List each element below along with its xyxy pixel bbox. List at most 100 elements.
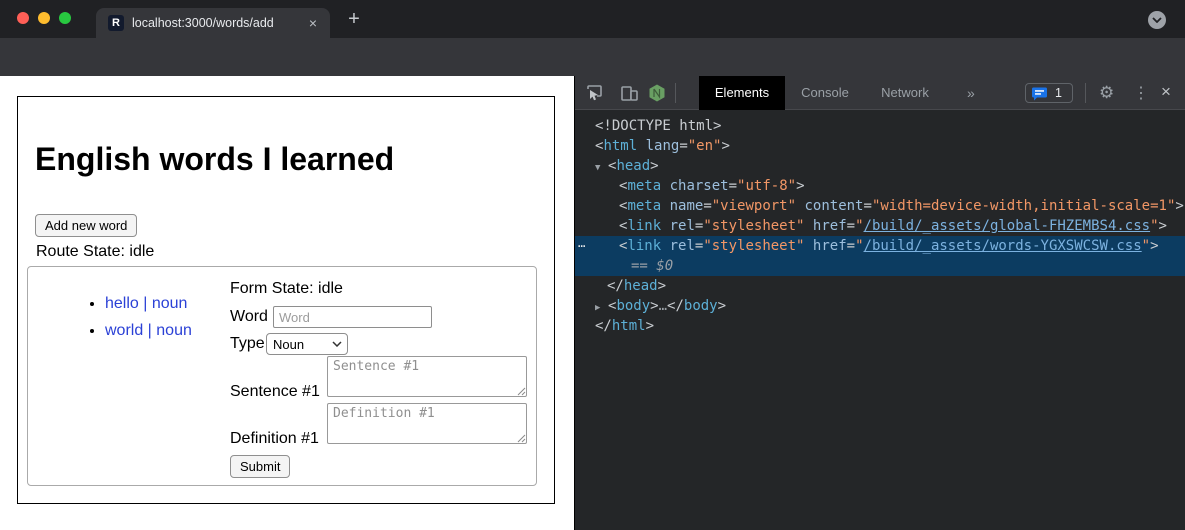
code-segment: </ — [607, 278, 624, 294]
code-segment: $0 — [656, 258, 673, 274]
node-icon[interactable] — [647, 83, 667, 103]
code-segment: = — [847, 238, 855, 254]
definition-label: Definition #1 — [230, 430, 319, 448]
new-tab-button[interactable]: + — [342, 7, 366, 31]
tab-title: localhost:3000/words/add — [132, 16, 274, 30]
word-list-item: hello | noun — [105, 295, 192, 313]
code-segment: "utf-8" — [737, 178, 796, 194]
devtools-tree-line[interactable]: <meta name="viewport" content="width=dev… — [575, 196, 1185, 216]
devtools-tree-line[interactable]: ▼<head> — [575, 156, 1185, 176]
code-segment: > — [1175, 198, 1183, 214]
form-state-text: Form State: idle — [230, 280, 343, 298]
code-segment: rel — [670, 238, 695, 254]
devtools-close-icon[interactable]: × — [1161, 82, 1171, 102]
sentence-textarea[interactable] — [327, 356, 527, 397]
browser-tab[interactable]: R localhost:3000/words/add × — [96, 8, 330, 38]
code-segment: href — [813, 238, 847, 254]
devtools-tab-elements[interactable]: Elements — [699, 76, 785, 110]
code-segment: <!DOCTYPE html> — [595, 118, 721, 134]
minimize-window-button[interactable] — [38, 12, 50, 24]
code-segment — [661, 178, 669, 194]
word-input[interactable] — [273, 306, 432, 328]
devtools-tree-line[interactable]: <!DOCTYPE html> — [575, 116, 1185, 136]
code-segment: head — [624, 278, 658, 294]
code-segment: > — [796, 178, 804, 194]
web-page: English words I learned Add new word Rou… — [0, 76, 574, 530]
code-segment: " — [1142, 238, 1150, 254]
expand-arrow-icon[interactable]: ▼ — [595, 158, 608, 178]
textarea-resize-handle[interactable] — [516, 433, 526, 443]
code-segment: head — [616, 158, 650, 174]
code-segment: = — [703, 198, 711, 214]
code-segment: " — [1150, 218, 1158, 234]
tab-search-button[interactable] — [1148, 11, 1166, 29]
inspect-element-icon[interactable] — [585, 83, 605, 103]
elements-tree: <!DOCTYPE html><html lang="en">▼<head><m… — [575, 110, 1185, 530]
devtools-tree-line[interactable]: <html lang="en"> — [575, 136, 1185, 156]
code-segment: body — [616, 298, 650, 314]
add-new-word-button[interactable]: Add new word — [35, 214, 137, 237]
chevron-down-icon — [1152, 17, 1162, 23]
code-segment — [661, 198, 669, 214]
more-tabs-icon[interactable]: » — [967, 76, 975, 110]
devtools-tree-line-selected[interactable]: ⋯<link rel="stylesheet" href="/build/_as… — [575, 236, 1185, 256]
word-link[interactable]: hello | noun — [105, 295, 187, 312]
code-segment — [661, 238, 669, 254]
devtools-menu-icon[interactable]: ⋮ — [1133, 83, 1149, 103]
code-segment — [804, 238, 812, 254]
devtools-tree-line-selected[interactable]: == $0 — [575, 256, 1185, 276]
type-select-wrap: Noun — [266, 333, 348, 355]
devtools-tree-line[interactable]: </html> — [575, 316, 1185, 336]
code-segment: </ — [667, 298, 684, 314]
definition-textarea[interactable] — [327, 403, 527, 444]
settings-gear-icon[interactable]: ⚙ — [1099, 82, 1114, 104]
code-segment: " — [855, 218, 863, 234]
code-segment: html — [603, 138, 637, 154]
tab-close-icon[interactable]: × — [304, 14, 322, 32]
code-segment: > — [718, 298, 726, 314]
code-segment: > — [650, 158, 658, 174]
code-segment: "viewport" — [712, 198, 796, 214]
code-segment: > — [646, 318, 654, 334]
device-toolbar-icon[interactable] — [619, 83, 639, 103]
zoom-window-button[interactable] — [59, 12, 71, 24]
code-segment: html — [612, 318, 646, 334]
word-link[interactable]: world | noun — [105, 322, 192, 339]
code-segment: > — [721, 138, 729, 154]
code-segment: "width=device-width,initial-scale=1" — [872, 198, 1175, 214]
code-segment: /build/_assets/global-FHZEMBS4.css — [864, 218, 1151, 234]
code-segment: "stylesheet" — [703, 238, 804, 254]
code-segment: == — [631, 258, 656, 274]
tree-gutter-dots-icon[interactable]: ⋯ — [578, 236, 585, 256]
issues-counter[interactable]: 1 — [1025, 83, 1073, 103]
words-panel: hello | noun world | noun Form State: idl… — [27, 266, 537, 486]
word-list: hello | noun world | noun — [63, 295, 192, 349]
code-segment: link — [627, 238, 661, 254]
sentence-label: Sentence #1 — [230, 383, 320, 401]
close-window-button[interactable] — [17, 12, 29, 24]
code-segment: > — [1159, 218, 1167, 234]
route-state-text: Route State: idle — [36, 243, 154, 261]
devtools-tree-line[interactable]: </head> — [575, 276, 1185, 296]
devtools-tree-line[interactable]: ▶<body>…</body> — [575, 296, 1185, 316]
remix-favicon-icon: R — [108, 15, 124, 31]
word-label: Word — [230, 308, 268, 326]
code-segment: /build/_assets/words-YGXSWCSW.css — [864, 238, 1142, 254]
code-segment — [804, 218, 812, 234]
submit-button[interactable]: Submit — [230, 455, 290, 478]
devtools-tree-line[interactable]: <meta charset="utf-8"> — [575, 176, 1185, 196]
browser-toolbar: localhost:3000/words/add Incognito ⋮ — [0, 38, 1185, 76]
devtools-tab-console[interactable]: Console — [790, 76, 860, 110]
code-segment: "en" — [688, 138, 722, 154]
devtools-tree-line[interactable]: <link rel="stylesheet" href="/build/_ass… — [575, 216, 1185, 236]
issues-count: 1 — [1055, 86, 1062, 100]
code-segment — [661, 218, 669, 234]
code-segment: "stylesheet" — [703, 218, 804, 234]
code-segment: = — [679, 138, 687, 154]
textarea-resize-handle[interactable] — [516, 386, 526, 396]
code-segment: lang — [646, 138, 680, 154]
code-segment: charset — [670, 178, 729, 194]
collapse-arrow-icon[interactable]: ▶ — [595, 298, 608, 318]
devtools-tab-network[interactable]: Network — [870, 76, 940, 110]
code-segment: body — [684, 298, 718, 314]
